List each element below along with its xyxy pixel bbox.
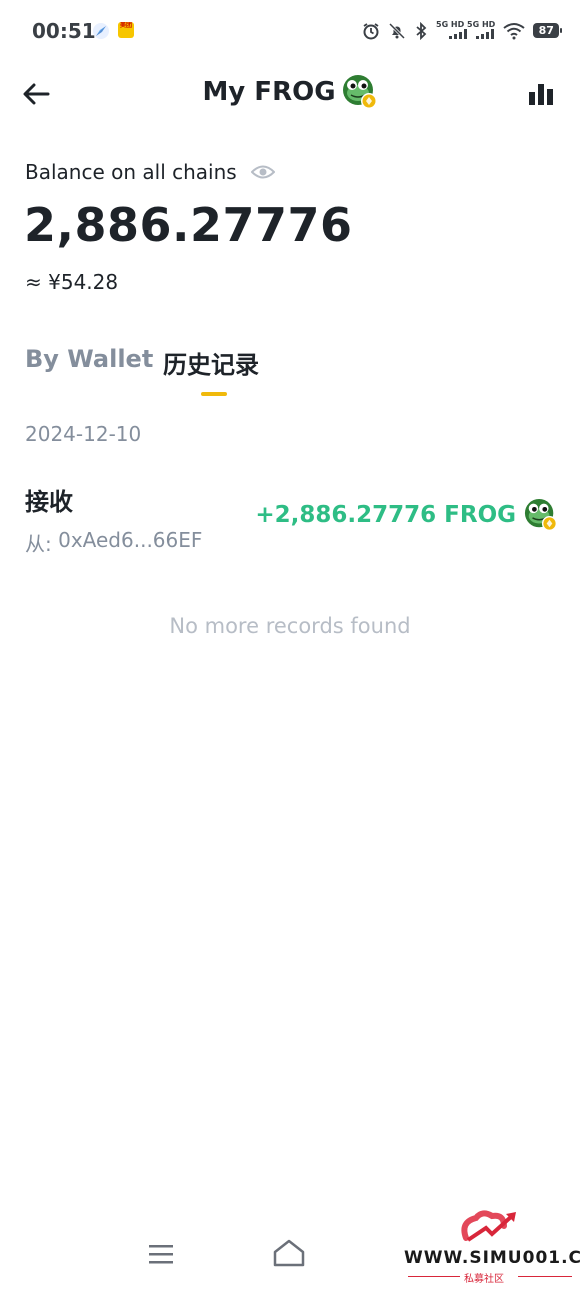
balance-label-row: Balance on all chains [25, 160, 275, 184]
tx-from: 从: 0xAed6...66EF [25, 528, 202, 557]
watermark-logo-icon [461, 1210, 516, 1242]
no-more-records: No more records found [169, 614, 411, 638]
watermark-text: WWW.SIMU001.CN [404, 1248, 580, 1268]
watermark-line-left [408, 1276, 460, 1277]
chart-button[interactable] [524, 78, 558, 110]
network-label: 5G HD 5G HD [436, 20, 496, 29]
status-time: 00:51 [32, 19, 96, 43]
watermark-subtext: 私募社区 [464, 1274, 504, 1285]
compass-app-icon [93, 23, 109, 39]
signal-bars-icon [449, 29, 495, 39]
battery-indicator: 87 [533, 23, 563, 38]
bar-chart-icon [529, 84, 553, 105]
active-tab-indicator [201, 392, 227, 396]
tx-from-address: 0xAed6...66EF [58, 528, 203, 552]
tx-type: 接收 [25, 488, 73, 516]
wifi-icon [503, 22, 525, 39]
page-title: My FROG [202, 77, 336, 107]
menu-icon[interactable] [148, 1243, 174, 1265]
status-bar: 00:51 美团 5G HD 5G HD 87 [0, 0, 580, 62]
home-icon[interactable] [272, 1238, 306, 1268]
frog-token-icon [524, 498, 558, 532]
header-title-group: My FROG [0, 74, 580, 110]
bluetooth-icon [416, 21, 427, 40]
frog-token-icon [342, 75, 377, 109]
balance-value: 2,886.27776 [24, 198, 353, 252]
alarm-icon [363, 22, 379, 39]
watermark: WWW.SIMU001.CN 私募社区 [402, 1208, 580, 1286]
tx-amount-group: +2,886.27776 FROG [255, 498, 558, 532]
status-icons: 5G HD 5G HD 87 [362, 20, 563, 41]
balance-fiat: ≈ ¥54.28 [25, 270, 119, 294]
tab-history[interactable]: 历史记录 [163, 345, 259, 380]
tx-amount: +2,886.27776 FROG [255, 502, 516, 528]
tx-from-prefix: 从: [25, 532, 59, 556]
watermark-line-right [518, 1276, 572, 1277]
mute-bell-icon [388, 22, 406, 39]
meituan-app-icon: 美团 [118, 22, 134, 38]
network-indicator: 5G HD 5G HD [436, 20, 495, 41]
history-date: 2024-12-10 [25, 422, 142, 446]
balance-label: Balance on all chains [25, 160, 237, 184]
tab-by-wallet[interactable]: By Wallet [25, 345, 153, 373]
eye-icon[interactable] [250, 164, 275, 180]
